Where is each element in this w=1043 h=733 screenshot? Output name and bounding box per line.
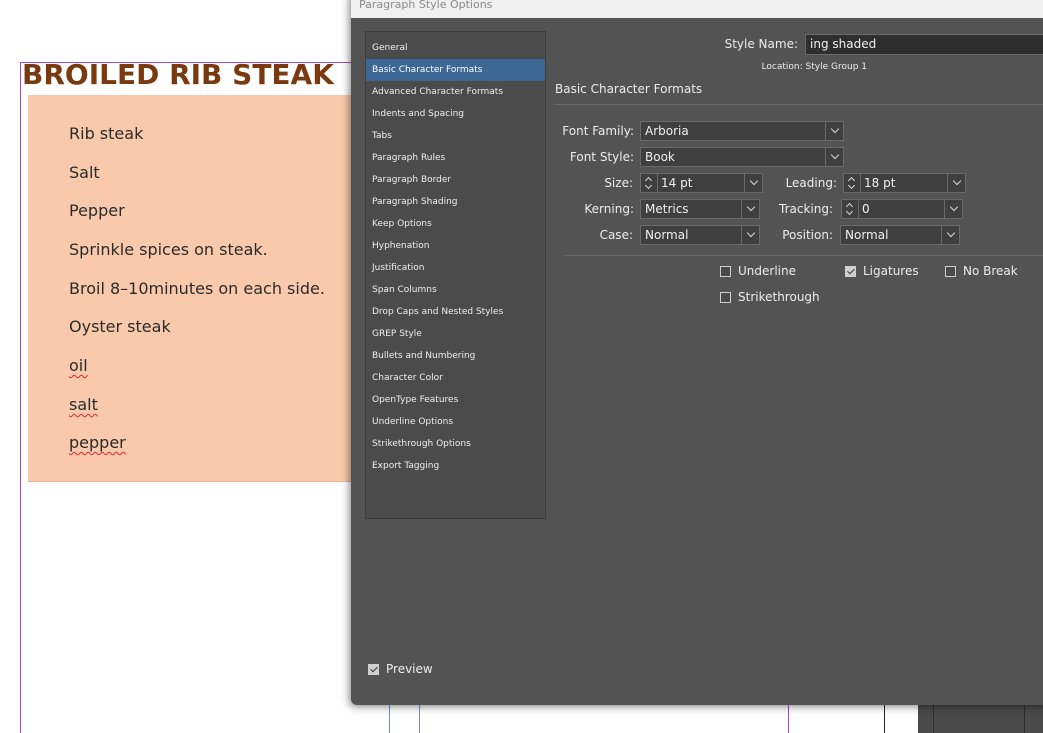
underline-checkbox[interactable] xyxy=(720,266,731,277)
ingredient-line[interactable]: Oyster steak xyxy=(69,317,171,336)
column-guide xyxy=(419,705,420,733)
margin-guide-left xyxy=(20,62,21,733)
ligatures-label: Ligatures xyxy=(863,264,919,278)
ingredient-line[interactable]: pepper xyxy=(69,433,126,452)
nav-item-general[interactable]: General xyxy=(366,37,545,59)
stepper-icon[interactable] xyxy=(842,200,859,218)
style-name-label: Style Name: xyxy=(724,37,798,51)
underline-label: Underline xyxy=(738,264,796,278)
dialog-title: Paragraph Style Options xyxy=(359,0,493,11)
chevron-down-icon[interactable] xyxy=(944,200,962,218)
ingredient-line[interactable]: Salt xyxy=(69,163,100,182)
position-dropdown[interactable]: Normal xyxy=(840,225,960,245)
nav-item-paragraph-rules[interactable]: Paragraph Rules xyxy=(366,147,545,169)
stepper-icon[interactable] xyxy=(844,174,861,192)
nav-item-paragraph-border[interactable]: Paragraph Border xyxy=(366,169,545,191)
font-style-label: Font Style: xyxy=(569,150,634,164)
chevron-down-icon[interactable] xyxy=(941,226,959,244)
margin-guide-right xyxy=(788,705,789,733)
case-label: Case: xyxy=(599,228,633,242)
preview-checkbox[interactable] xyxy=(368,664,379,675)
nav-item-paragraph-shading[interactable]: Paragraph Shading xyxy=(366,191,545,213)
nav-item-character-color[interactable]: Character Color xyxy=(366,367,545,389)
chevron-down-icon[interactable] xyxy=(741,200,759,218)
paragraph-style-options-dialog: Paragraph Style Options General Basic Cha… xyxy=(351,0,1043,705)
recipe-title[interactable]: BROILED RIB STEAK xyxy=(22,58,334,91)
nav-item-basic-character-formats[interactable]: Basic Character Formats xyxy=(366,59,545,81)
ingredient-line[interactable]: Broil 8–10minutes on each side. xyxy=(69,279,325,298)
section-divider xyxy=(555,104,1043,105)
chevron-down-icon[interactable] xyxy=(947,174,965,192)
strikethrough-checkbox[interactable] xyxy=(720,292,731,303)
stepper-icon[interactable] xyxy=(641,174,658,192)
position-label: Position: xyxy=(782,228,833,242)
column-guide xyxy=(389,705,390,733)
strip-divider xyxy=(933,705,934,733)
no-break-checkbox[interactable] xyxy=(945,266,956,277)
case-dropdown[interactable]: Normal xyxy=(640,225,760,245)
chevron-down-icon[interactable] xyxy=(744,174,762,192)
nav-item-indents-and-spacing[interactable]: Indents and Spacing xyxy=(366,103,545,125)
size-value: 14 pt xyxy=(661,176,693,190)
ingredient-line[interactable]: oil xyxy=(69,356,88,375)
no-break-label: No Break xyxy=(963,264,1018,278)
ingredient-line[interactable]: Pepper xyxy=(69,201,125,220)
tracking-combobox[interactable]: 0 xyxy=(841,199,963,219)
style-name-input[interactable]: ing shaded xyxy=(805,34,1043,55)
location-label: Location: Style Group 1 xyxy=(731,62,867,72)
dialog-titlebar[interactable]: Paragraph Style Options xyxy=(351,0,1043,18)
position-value: Normal xyxy=(845,228,889,242)
leading-combobox[interactable]: 18 pt xyxy=(843,173,966,193)
nav-item-advanced-character-formats[interactable]: Advanced Character Formats xyxy=(366,81,545,103)
chevron-down-icon[interactable] xyxy=(741,226,759,244)
location-label-text: Location: xyxy=(761,62,803,72)
nav-item-grep-style[interactable]: GREP Style xyxy=(366,323,545,345)
nav-item-justification[interactable]: Justification xyxy=(366,257,545,279)
nav-item-opentype-features[interactable]: OpenType Features xyxy=(366,389,545,411)
nav-item-span-columns[interactable]: Span Columns xyxy=(366,279,545,301)
case-value: Normal xyxy=(645,228,689,242)
strikethrough-label: Strikethrough xyxy=(738,290,820,304)
page-edge xyxy=(884,705,885,733)
options-divider xyxy=(565,255,1043,256)
nav-item-drop-caps-and-nested-styles[interactable]: Drop Caps and Nested Styles xyxy=(366,301,545,323)
leading-label: Leading: xyxy=(785,176,837,190)
ingredient-line[interactable]: salt xyxy=(69,395,98,414)
font-style-dropdown[interactable]: Book xyxy=(640,147,844,167)
nav-item-underline-options[interactable]: Underline Options xyxy=(366,411,545,433)
font-family-dropdown[interactable]: Arboria xyxy=(640,121,844,141)
font-family-value: Arboria xyxy=(645,124,689,138)
location-value: Style Group 1 xyxy=(805,62,867,72)
category-list: General Basic Character Formats Advanced C… xyxy=(365,31,546,519)
chevron-down-icon[interactable] xyxy=(825,122,843,140)
font-style-value: Book xyxy=(645,150,675,164)
preview-label: Preview xyxy=(386,662,433,676)
kerning-value: Metrics xyxy=(645,202,689,216)
nav-item-hyphenation[interactable]: Hyphenation xyxy=(366,235,545,257)
tracking-value: 0 xyxy=(862,202,870,216)
nav-item-strikethrough-options[interactable]: Strikethrough Options xyxy=(366,433,545,455)
size-label: Size: xyxy=(604,176,633,190)
tracking-label: Tracking: xyxy=(779,202,833,216)
strip-divider xyxy=(1024,705,1025,733)
chevron-down-icon[interactable] xyxy=(825,148,843,166)
ligatures-checkbox[interactable] xyxy=(845,266,856,277)
ingredient-line[interactable]: Rib steak xyxy=(69,124,143,143)
nav-item-export-tagging[interactable]: Export Tagging xyxy=(366,455,545,477)
kerning-dropdown[interactable]: Metrics xyxy=(640,199,760,219)
nav-item-bullets-and-numbering[interactable]: Bullets and Numbering xyxy=(366,345,545,367)
nav-item-keep-options[interactable]: Keep Options xyxy=(366,213,545,235)
kerning-label: Kerning: xyxy=(584,202,634,216)
leading-value: 18 pt xyxy=(864,176,896,190)
size-combobox[interactable]: 14 pt xyxy=(640,173,763,193)
font-family-label: Font Family: xyxy=(562,124,634,138)
nav-item-tabs[interactable]: Tabs xyxy=(366,125,545,147)
ingredient-line[interactable]: Sprinkle spices on steak. xyxy=(69,240,268,259)
section-title: Basic Character Formats xyxy=(555,82,703,96)
